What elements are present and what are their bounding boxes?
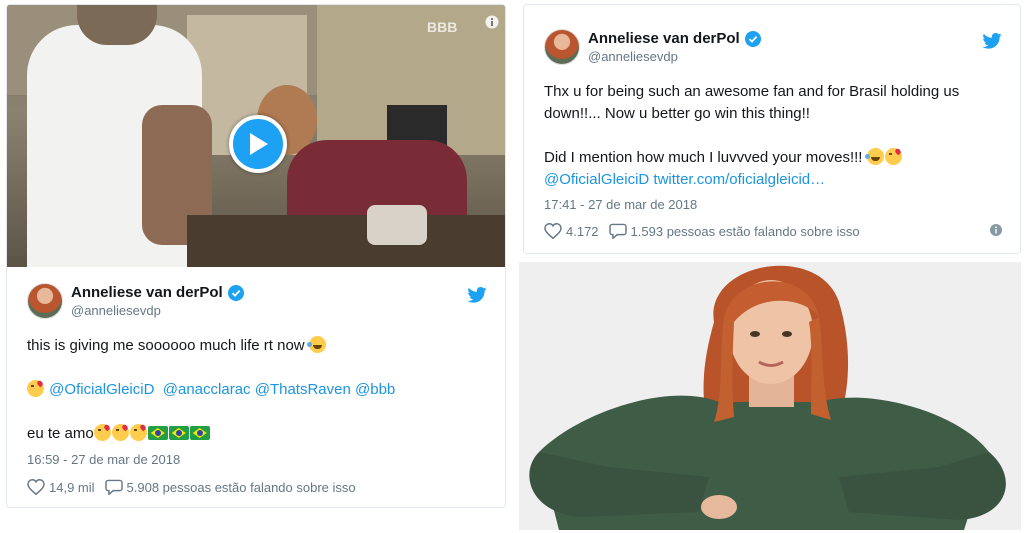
video-counter xyxy=(187,215,505,267)
like-button[interactable]: 14,9 mil xyxy=(27,479,95,495)
tweet-card-right: Anneliese van derPol @anneliesevdp Thx u… xyxy=(523,4,1021,254)
twitter-bird-icon[interactable] xyxy=(467,287,487,303)
reply-count: 5.908 pessoas estão falando sobre isso xyxy=(126,479,356,495)
brazil-flag-icon xyxy=(189,426,210,440)
mention-link[interactable]: @OficialGleiciD xyxy=(544,171,649,188)
tweet-header: Anneliese van derPol @anneliesevdp xyxy=(544,29,761,65)
twitter-bird-icon[interactable] xyxy=(982,33,1002,49)
kiss-emoji-icon xyxy=(27,380,44,397)
portrait-photo xyxy=(519,262,1021,530)
tweet-text: eu te amo xyxy=(27,425,94,442)
author-handle[interactable]: @anneliesevdp xyxy=(71,303,244,318)
video-jar xyxy=(367,205,427,245)
tweet-text: Thx u for being such an awesome fan and … xyxy=(544,83,960,100)
tweet-mentions-line: @OficialGleiciD @anacclarac @ThatsRaven … xyxy=(27,379,395,400)
tweet-text: down!!... Now u better go win this thing… xyxy=(544,105,810,122)
info-icon[interactable] xyxy=(485,15,499,34)
tweet-text-line: this is giving me soooooo much life rt n… xyxy=(27,335,327,356)
video-person-head xyxy=(77,5,157,45)
play-button[interactable] xyxy=(229,115,287,173)
play-icon xyxy=(250,133,268,155)
tweet-timestamp[interactable]: 16:59 - 27 de mar de 2018 xyxy=(27,452,180,467)
reply-bubble-icon xyxy=(608,223,627,239)
tweet-timestamp[interactable]: 17:41 - 27 de mar de 2018 xyxy=(544,197,697,212)
tweet-text-line: Did I mention how much I luvvved your mo… xyxy=(544,147,903,168)
reply-count: 1.593 pessoas estão falando sobre isso xyxy=(630,223,860,239)
author-name[interactable]: Anneliese van derPol xyxy=(588,30,740,47)
brazil-flag-icon xyxy=(168,426,189,440)
mention-link[interactable]: @OficialGleiciD xyxy=(49,381,154,398)
author-handle[interactable]: @anneliesevdp xyxy=(588,49,761,64)
like-count: 14,9 mil xyxy=(49,479,95,495)
verified-icon xyxy=(744,30,761,47)
rofl-emoji-icon xyxy=(306,336,326,353)
video-watermark: BBB xyxy=(427,19,458,35)
kiss-emoji-icon xyxy=(884,148,902,165)
reply-button[interactable]: 1.593 pessoas estão falando sobre isso xyxy=(608,223,860,239)
kiss-emoji-icon xyxy=(111,424,129,441)
verified-icon xyxy=(227,284,244,301)
kiss-emoji-icon xyxy=(93,424,111,441)
tweet-card-left: BBB Anneliese van derPol @anneliesevdp t… xyxy=(6,4,506,508)
avatar[interactable] xyxy=(27,283,63,319)
tweet-actions: 4.172 1.593 pessoas estão falando sobre … xyxy=(544,223,870,239)
author-name[interactable]: Anneliese van derPol xyxy=(71,284,223,301)
kiss-emoji-icon xyxy=(129,424,147,441)
video-player[interactable]: BBB xyxy=(7,5,505,267)
portrait-illustration xyxy=(519,262,1021,530)
brazil-flag-icon xyxy=(147,426,168,440)
mention-link[interactable]: @anacclarac xyxy=(163,381,251,398)
tweet-links-line: @OficialGleiciD twitter.com/oficialgleic… xyxy=(544,169,825,190)
tweet-text-line: eu te amo xyxy=(27,423,211,444)
reply-bubble-icon xyxy=(104,479,123,495)
heart-icon xyxy=(27,479,45,495)
url-link[interactable]: twitter.com/oficialgleicid… xyxy=(653,171,825,188)
tweet-actions: 14,9 mil 5.908 pessoas estão falando sob… xyxy=(27,479,366,495)
tweet-text: this is giving me soooooo much life rt n… xyxy=(27,337,305,354)
avatar[interactable] xyxy=(544,29,580,65)
mention-link[interactable]: @ThatsRaven xyxy=(255,381,351,398)
tweet-text: Did I mention how much I luvvved your mo… xyxy=(544,149,863,166)
heart-icon xyxy=(544,223,562,239)
joy-emoji-icon xyxy=(864,148,884,165)
reply-button[interactable]: 5.908 pessoas estão falando sobre isso xyxy=(104,479,356,495)
info-icon[interactable] xyxy=(990,224,1002,236)
mention-link[interactable]: @bbb xyxy=(355,381,395,398)
like-button[interactable]: 4.172 xyxy=(544,223,599,239)
like-count: 4.172 xyxy=(566,223,599,239)
tweet-header: Anneliese van derPol @anneliesevdp xyxy=(27,283,244,319)
